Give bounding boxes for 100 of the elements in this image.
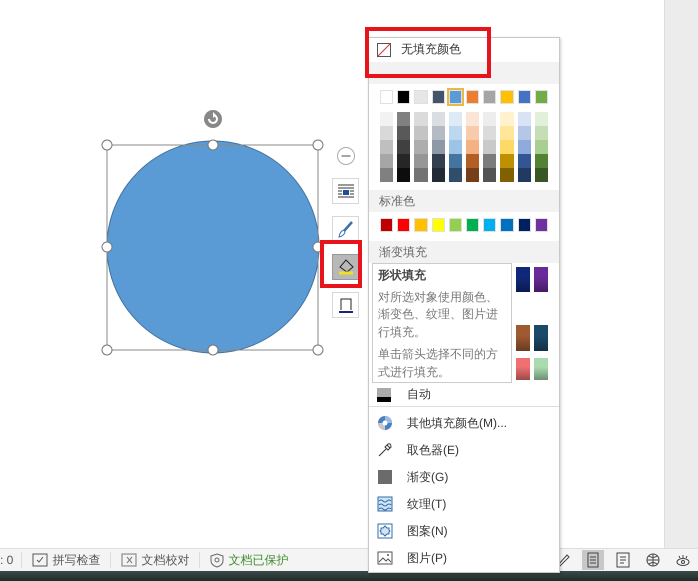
color-swatch[interactable] <box>483 90 496 104</box>
color-swatch[interactable] <box>414 218 428 232</box>
color-swatch[interactable] <box>534 112 548 126</box>
no-fill-item[interactable]: 无填充颜色 <box>369 38 559 62</box>
color-swatch[interactable] <box>466 126 480 140</box>
color-swatch[interactable] <box>483 140 496 154</box>
color-swatch[interactable] <box>448 126 462 140</box>
color-swatch[interactable] <box>414 112 428 126</box>
color-swatch[interactable] <box>448 168 462 182</box>
color-swatch[interactable] <box>534 154 548 168</box>
color-swatch[interactable] <box>380 154 394 168</box>
color-swatch[interactable] <box>380 140 394 154</box>
outline-button[interactable] <box>332 292 359 318</box>
color-swatch[interactable] <box>414 154 428 168</box>
color-swatch[interactable] <box>397 90 410 104</box>
color-swatch[interactable] <box>500 154 514 168</box>
color-swatch[interactable] <box>414 140 428 154</box>
color-swatch[interactable] <box>397 126 410 140</box>
color-swatch[interactable] <box>466 168 480 182</box>
color-swatch[interactable] <box>448 154 462 168</box>
color-swatch[interactable] <box>466 140 480 154</box>
gradient-swatch[interactable] <box>516 266 530 292</box>
fill-button[interactable] <box>332 254 359 280</box>
color-swatch[interactable] <box>414 126 428 140</box>
layout-button[interactable] <box>332 178 359 204</box>
color-swatch[interactable] <box>466 218 480 232</box>
color-swatch[interactable] <box>518 126 531 140</box>
color-swatch[interactable] <box>414 90 428 104</box>
color-swatch[interactable] <box>483 112 496 126</box>
color-swatch[interactable] <box>432 218 445 232</box>
color-swatch[interactable] <box>500 90 514 104</box>
menu-item[interactable]: 其他填充颜色(M)... <box>369 410 559 437</box>
color-swatch[interactable] <box>432 140 445 154</box>
rotate-handle[interactable] <box>204 110 222 128</box>
color-swatch[interactable] <box>518 112 531 126</box>
color-swatch[interactable] <box>500 126 514 140</box>
gradient-swatch[interactable] <box>516 358 530 380</box>
color-swatch[interactable] <box>534 140 548 154</box>
color-swatch[interactable] <box>483 154 496 168</box>
menu-item[interactable]: 渐变(G) <box>369 464 559 491</box>
color-swatch[interactable] <box>432 154 445 168</box>
color-swatch[interactable] <box>500 168 514 182</box>
gradient-swatch[interactable] <box>534 325 548 352</box>
gradient-swatch[interactable] <box>516 325 530 352</box>
color-swatch[interactable] <box>397 154 410 168</box>
resize-handle[interactable] <box>102 140 112 150</box>
automatic-item[interactable]: 自动 <box>369 384 559 405</box>
color-swatch[interactable] <box>500 140 514 154</box>
resize-handle[interactable] <box>312 344 324 356</box>
color-swatch[interactable] <box>518 140 531 154</box>
color-swatch[interactable] <box>380 126 394 140</box>
color-swatch[interactable] <box>500 112 514 126</box>
color-swatch[interactable] <box>432 126 445 140</box>
gradient-swatch[interactable] <box>534 358 548 380</box>
color-swatch[interactable] <box>534 218 548 232</box>
color-swatch[interactable] <box>483 168 496 182</box>
color-swatch[interactable] <box>483 126 496 140</box>
resize-handle[interactable] <box>312 140 324 150</box>
color-swatch[interactable] <box>397 140 410 154</box>
color-swatch[interactable] <box>380 218 394 232</box>
color-swatch[interactable] <box>534 126 548 140</box>
color-swatch[interactable] <box>432 112 445 126</box>
color-swatch[interactable] <box>466 154 480 168</box>
document-protected-button[interactable]: 文档已保护 <box>208 552 290 568</box>
spell-check-button[interactable]: 拼写检查 <box>30 552 102 568</box>
resize-handle[interactable] <box>102 242 112 252</box>
resize-handle[interactable] <box>208 344 218 356</box>
color-swatch[interactable] <box>500 218 514 232</box>
menu-item[interactable]: 图案(N) <box>369 518 559 545</box>
resize-handle[interactable] <box>102 344 112 356</box>
color-swatch[interactable] <box>397 218 410 232</box>
collapse-icon[interactable] <box>336 146 356 166</box>
color-swatch[interactable] <box>448 112 462 126</box>
color-swatch[interactable] <box>466 90 480 104</box>
color-swatch[interactable] <box>432 168 445 182</box>
color-swatch[interactable] <box>432 90 445 104</box>
color-swatch[interactable] <box>448 218 462 232</box>
resize-handle[interactable] <box>208 140 218 150</box>
color-swatch[interactable] <box>448 90 462 104</box>
color-swatch[interactable] <box>397 168 410 182</box>
proofread-button[interactable]: 文档校对 <box>119 552 192 568</box>
color-swatch[interactable] <box>518 168 531 182</box>
color-swatch[interactable] <box>466 112 480 126</box>
brush-button[interactable] <box>332 216 359 242</box>
color-swatch[interactable] <box>534 90 548 104</box>
color-swatch[interactable] <box>448 140 462 154</box>
gradient-swatch[interactable] <box>534 266 548 292</box>
color-swatch[interactable] <box>518 218 531 232</box>
color-swatch[interactable] <box>380 90 394 104</box>
color-swatch[interactable] <box>397 112 410 126</box>
menu-item[interactable]: 纹理(T) <box>369 490 559 518</box>
color-swatch[interactable] <box>380 168 394 182</box>
menu-item[interactable]: 取色器(E) <box>369 436 559 464</box>
color-swatch[interactable] <box>518 154 531 168</box>
color-swatch[interactable] <box>380 112 394 126</box>
color-swatch[interactable] <box>414 168 428 182</box>
page-view-button[interactable] <box>582 550 604 570</box>
color-swatch[interactable] <box>518 90 531 104</box>
color-swatch[interactable] <box>534 168 548 182</box>
color-swatch[interactable] <box>483 218 496 232</box>
